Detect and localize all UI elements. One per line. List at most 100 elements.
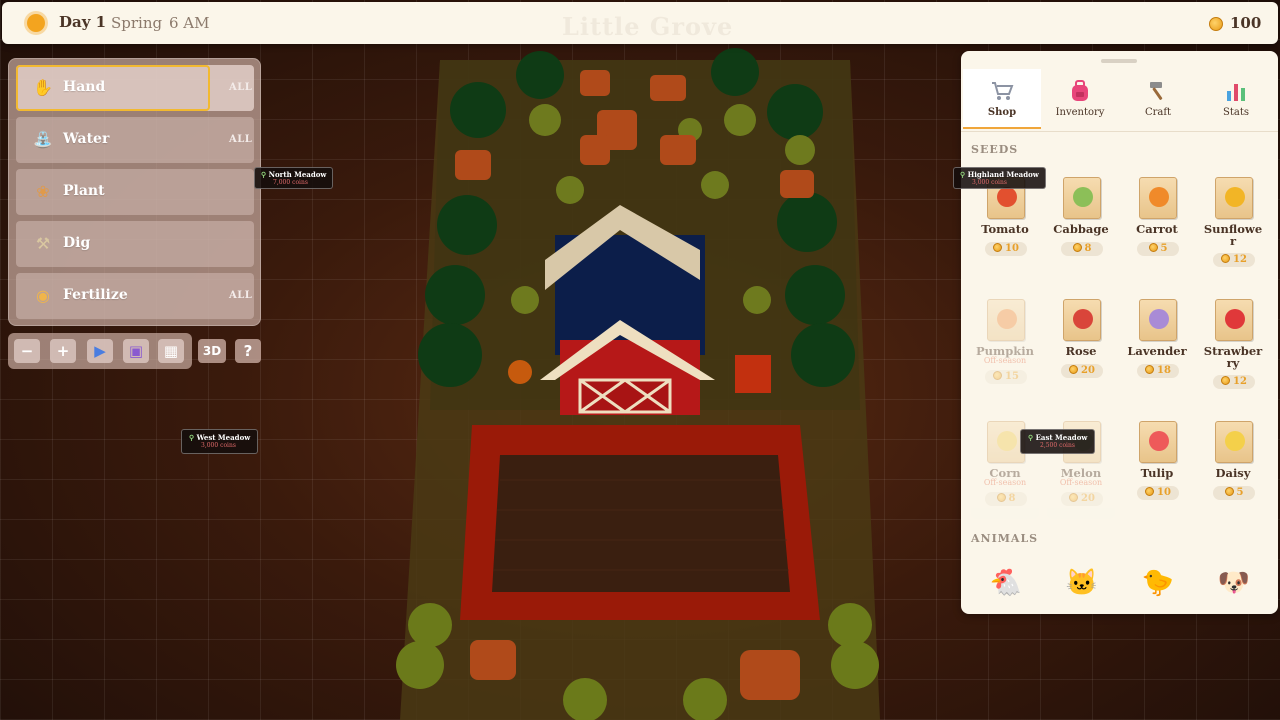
pin-icon: ⚲	[1028, 433, 1036, 442]
tool-dig[interactable]: ⚒ Dig	[16, 221, 254, 267]
coin-icon	[1148, 243, 1158, 252]
seed-card-corn[interactable]: Corn Off-season 8	[971, 407, 1039, 519]
tool-water[interactable]: ⛲ Water ALL	[16, 117, 254, 163]
dog-icon: 🐶	[1217, 568, 1251, 598]
item-price: 15	[985, 370, 1027, 384]
pin-icon: ⚲	[960, 170, 968, 179]
map-label-west-meadow[interactable]: ⚲ West Meadow 3,000 coins	[181, 429, 259, 454]
tulip-seed-icon	[1139, 421, 1177, 463]
seed-bag-icon: ❀	[36, 182, 50, 201]
item-price: 12	[1213, 253, 1255, 267]
tab-label: Shop	[987, 107, 1017, 118]
item-name: Strawberry	[1203, 344, 1263, 370]
coin-icon	[1224, 487, 1234, 496]
shop-panel: Shop Inventory Craft Stats SEEDS Tomato …	[961, 51, 1278, 614]
map-label-east-meadow[interactable]: ⚲ East Meadow 2,500 coins	[1020, 429, 1096, 454]
animal-card-duck[interactable]: 🐤	[1123, 552, 1191, 614]
item-price: 10	[1137, 486, 1179, 500]
item-price: 12	[1213, 375, 1255, 389]
tool-label: Dig	[63, 235, 91, 251]
pin-icon: ⚲	[261, 170, 269, 179]
tool-hand[interactable]: ✋ Hand ALL	[16, 65, 254, 111]
chicken-icon: 🐔	[989, 568, 1023, 598]
cat-icon: 🐱	[1065, 568, 1099, 598]
tab-label: Craft	[1144, 107, 1172, 118]
item-price: 18	[1137, 364, 1179, 378]
coin-icon	[993, 371, 1003, 380]
tool-label: Fertilize	[63, 287, 128, 303]
region-name: Highland Meadow	[967, 170, 1039, 179]
tool-hand-all-button[interactable]: ALL	[229, 82, 252, 93]
tool-water-all-button[interactable]: ALL	[229, 134, 252, 145]
tab-divider	[961, 131, 1278, 132]
backpack-icon	[1072, 80, 1088, 101]
seed-card-pumpkin[interactable]: Pumpkin Off-season 15	[971, 285, 1039, 397]
seed-card-daisy[interactable]: Daisy 5	[1199, 407, 1267, 519]
item-price: 20	[1061, 364, 1103, 378]
tool-fertilize-all-button[interactable]: ALL	[229, 290, 252, 301]
seed-card-sunflower[interactable]: Sunflower 12	[1199, 163, 1267, 275]
season-label: Spring	[111, 14, 163, 32]
seed-card-carrot[interactable]: Carrot 5	[1123, 163, 1191, 275]
seed-card-rose[interactable]: Rose 20	[1047, 285, 1115, 397]
hand-icon: ✋	[33, 78, 53, 97]
toggle-3d-button[interactable]: 3D	[198, 339, 226, 363]
item-price: 8	[1061, 242, 1103, 256]
save-icon[interactable]: ▣	[123, 339, 149, 363]
tab-shop[interactable]: Shop	[963, 69, 1041, 129]
map-label-north-meadow[interactable]: ⚲ North Meadow 7,000 coins	[254, 167, 334, 189]
tab-inventory[interactable]: Inventory	[1041, 69, 1119, 129]
off-season-label: Off-season	[983, 478, 1027, 487]
item-price: 5	[1213, 486, 1255, 500]
seed-card-cabbage[interactable]: Cabbage 8	[1047, 163, 1115, 275]
item-price: 8	[985, 492, 1027, 506]
item-name: Rose	[1065, 344, 1097, 358]
seed-card-melon[interactable]: Melon Off-season 20	[1047, 407, 1115, 519]
region-name: West Meadow	[196, 433, 251, 442]
play-icon[interactable]: ▶	[87, 339, 113, 363]
region-name: North Meadow	[268, 170, 327, 179]
fertilizer-sack-icon: ◉	[36, 286, 50, 305]
item-name: Tulip	[1140, 466, 1174, 480]
panel-drag-handle[interactable]	[1101, 59, 1137, 63]
zoom-out-button[interactable]: −	[14, 339, 40, 363]
off-season-label: Off-season	[1059, 478, 1103, 487]
grid-icon[interactable]: ▦	[158, 339, 184, 363]
item-name: Carrot	[1136, 222, 1178, 236]
region-name: East Meadow	[1035, 433, 1088, 442]
sun-icon	[27, 14, 45, 32]
coin-icon	[1072, 243, 1082, 252]
strawberry-seed-icon	[1215, 299, 1253, 341]
seed-card-tulip[interactable]: Tulip 10	[1123, 407, 1191, 519]
item-name: Daisy	[1215, 466, 1251, 480]
off-season-label: Off-season	[983, 356, 1027, 365]
coin-icon	[996, 493, 1006, 502]
animal-card-dog[interactable]: 🐶	[1199, 552, 1267, 614]
seed-card-lavender[interactable]: Lavender 18	[1123, 285, 1191, 397]
tool-fertilize[interactable]: ◉ Fertilize ALL	[16, 273, 254, 319]
time-of-day: 6 AM	[169, 14, 210, 32]
cabbage-seed-icon	[1063, 177, 1101, 219]
animal-card-chicken[interactable]: 🐔	[971, 552, 1039, 614]
zoom-in-button[interactable]: +	[50, 339, 76, 363]
top-status-bar: Day 1 Spring 6 AM Little Grove 100	[2, 2, 1278, 44]
seed-card-strawberry[interactable]: Strawberry 12	[1199, 285, 1267, 397]
region-cost: 7,000 coins	[273, 179, 308, 186]
shovel-icon: ⚒	[35, 234, 51, 253]
tool-panel: ✋ Hand ALL ⛲ Water ALL ❀ Plant ⚒ Dig ◉ F…	[8, 58, 261, 326]
tab-craft[interactable]: Craft	[1119, 69, 1197, 129]
coin-icon	[993, 243, 1003, 252]
region-cost: 3,000 coins	[972, 179, 1007, 186]
animal-card-cat[interactable]: 🐱	[1047, 552, 1115, 614]
game-title-watermark: Little Grove	[562, 12, 734, 41]
tool-plant[interactable]: ❀ Plant	[16, 169, 254, 215]
duck-icon: 🐤	[1141, 568, 1175, 598]
help-button[interactable]: ?	[235, 339, 261, 363]
bar-chart-icon	[1227, 84, 1245, 101]
coin-icon	[1069, 493, 1079, 502]
item-name: Cabbage	[1053, 222, 1109, 236]
coin-balance: 100	[1230, 14, 1262, 32]
coin-icon	[1069, 365, 1079, 374]
tab-stats[interactable]: Stats	[1197, 69, 1275, 129]
map-label-highland-meadow[interactable]: ⚲ Highland Meadow 3,000 coins	[953, 167, 1046, 189]
